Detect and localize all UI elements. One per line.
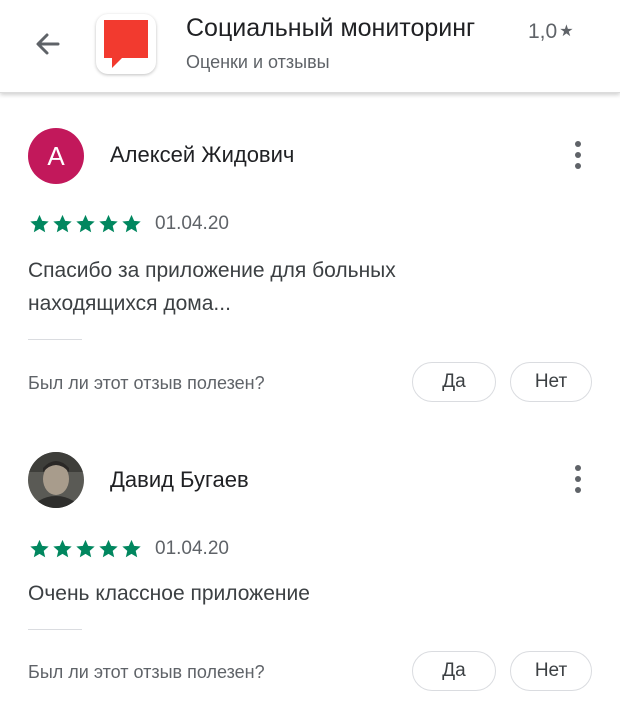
divider: [28, 339, 82, 340]
more-options-icon[interactable]: [566, 461, 590, 497]
star-icon: [30, 539, 49, 558]
avatar: А: [28, 128, 84, 184]
review-text-line: находящихся дома...: [28, 292, 231, 315]
helpful-no-button[interactable]: Нет: [510, 651, 592, 691]
star-icon: [122, 214, 141, 233]
review-text-line: Спасибо за приложение для больных: [28, 259, 396, 282]
divider: [28, 629, 82, 630]
review-text-line: Очень классное приложение: [28, 582, 310, 605]
more-options-icon[interactable]: [566, 137, 590, 173]
star-icon: [76, 214, 95, 233]
rating-value: 1,0: [528, 20, 558, 43]
star-icon: [99, 539, 118, 558]
app-title: Социальный мониторинг: [186, 14, 476, 42]
page-subtitle: Оценки и отзывы: [186, 52, 330, 72]
review-date: 01.04.20: [155, 538, 229, 559]
star-icon: [53, 539, 72, 558]
helpful-yes-button[interactable]: Да: [412, 362, 496, 402]
app-rating: 1,0 ★: [528, 20, 574, 44]
star-icon: [99, 214, 118, 233]
star-icon: [76, 539, 95, 558]
star-icon: [122, 539, 141, 558]
star-icon: ★: [559, 23, 574, 40]
helpful-question: Был ли этот отзыв полезен?: [28, 373, 265, 393]
star-rating: [28, 537, 143, 561]
helpful-no-button[interactable]: Нет: [510, 362, 592, 402]
review-author: Алексей Жидович: [110, 142, 295, 167]
review-date: 01.04.20: [155, 213, 229, 234]
helpful-yes-button[interactable]: Да: [412, 651, 496, 691]
app-icon: [96, 14, 156, 74]
star-icon: [30, 214, 49, 233]
avatar-letter: А: [47, 140, 65, 171]
star-icon: [53, 214, 72, 233]
helpful-question: Был ли этот отзыв полезен?: [28, 662, 265, 682]
review-author: Давид Бугаев: [110, 467, 249, 492]
review-text: Спасибо за приложение для больных находя…: [28, 254, 568, 320]
avatar: [28, 452, 84, 508]
review-text: Очень классное приложение: [28, 577, 568, 610]
star-rating: [28, 212, 143, 236]
back-arrow-icon[interactable]: [30, 26, 66, 62]
app-header: Социальный мониторинг 1,0 ★ Оценки и отзы…: [0, 0, 620, 93]
